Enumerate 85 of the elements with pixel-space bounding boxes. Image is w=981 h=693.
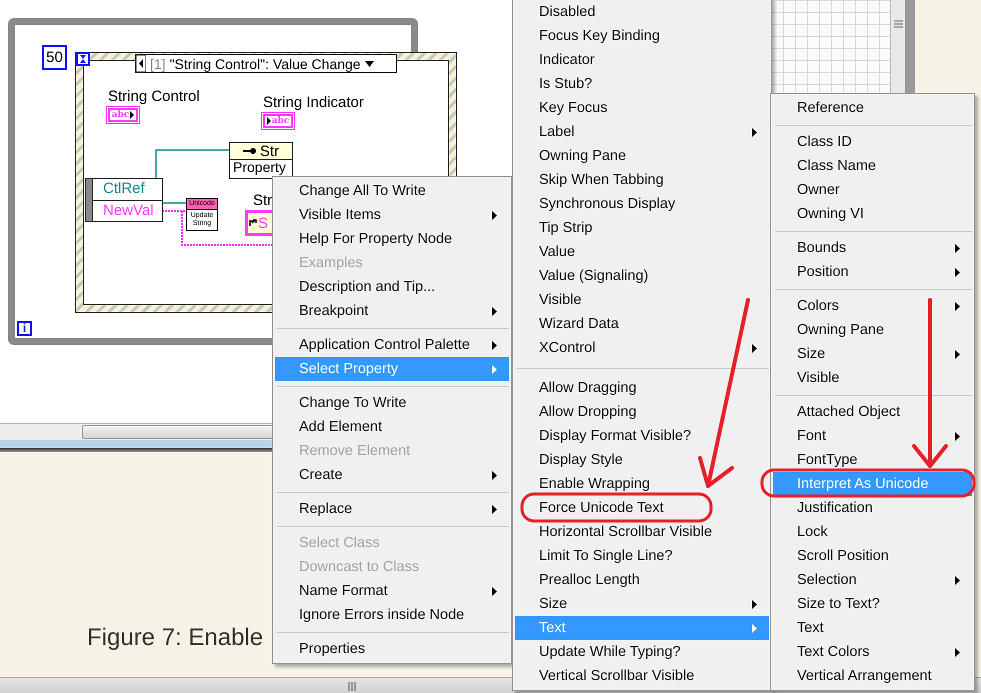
terminal-label: String Indicator <box>263 94 364 111</box>
menu-item[interactable]: Application Control Palette <box>275 333 509 357</box>
arrow-icon <box>249 219 257 227</box>
menu-item[interactable]: Display Style <box>515 448 769 472</box>
menu-item[interactable]: Description and Tip... <box>275 275 509 299</box>
terminal-label: Str <box>253 192 272 209</box>
figure-caption: Figure 7: Enable <box>87 624 264 652</box>
menu-item[interactable]: Help For Property Node <box>275 227 509 251</box>
event-data-field: NewVal <box>93 200 162 221</box>
menu-item[interactable]: Horizontal Scrollbar Visible <box>515 520 769 544</box>
menu-item[interactable]: Visible <box>515 288 769 312</box>
menu-item[interactable]: Owning VI <box>773 202 972 226</box>
menu-item[interactable]: Owner <box>773 178 972 202</box>
menu-item[interactable]: Allow Dragging <box>515 376 769 400</box>
menu-item[interactable]: Label <box>515 120 769 144</box>
menu-item[interactable]: Scroll Position <box>773 544 972 568</box>
menu-item[interactable]: Name Format <box>275 579 509 603</box>
terminal-arrow-icon <box>130 111 134 119</box>
menu-item[interactable]: Key Focus <box>515 96 769 120</box>
menu-item[interactable]: Update While Typing? <box>515 640 769 664</box>
menu-item[interactable]: Text <box>773 616 972 640</box>
menu-item[interactable]: Class ID <box>773 130 972 154</box>
menu-item[interactable]: Bounds <box>773 236 972 260</box>
menu-item[interactable]: Limit To Single Line? <box>515 544 769 568</box>
menu-item[interactable]: Owning Pane <box>773 318 972 342</box>
menu-item[interactable]: Breakpoint <box>275 299 509 323</box>
menu-item[interactable]: Add Element <box>275 415 509 439</box>
event-data-field: CtlRef <box>93 179 162 200</box>
menu-item[interactable]: Owning Pane <box>515 144 769 168</box>
menu-item[interactable]: Properties <box>275 637 509 661</box>
menu-item[interactable]: Ignore Errors inside Node <box>275 603 509 627</box>
menu-item[interactable]: Visible Items <box>275 203 509 227</box>
grip-icon <box>348 682 357 690</box>
grip-icon <box>894 20 902 28</box>
menu-item[interactable]: Indicator <box>515 48 769 72</box>
menu-item[interactable]: Selection <box>773 568 972 592</box>
menu-item[interactable]: Text Colors <box>773 640 972 664</box>
menu-item[interactable]: Lock <box>773 520 972 544</box>
menu-item[interactable]: FontType <box>773 448 972 472</box>
menu-item[interactable]: Wizard Data <box>515 312 769 336</box>
menu-item[interactable]: Force Unicode Text <box>515 496 769 520</box>
iteration-terminal: i <box>17 321 32 336</box>
menu-item[interactable]: Change All To Write <box>275 179 509 203</box>
string-terminal: abc <box>108 108 138 122</box>
reference-icon <box>242 146 257 156</box>
case-label: "String Control": Value Change <box>170 56 361 72</box>
menu-item[interactable]: Focus Key Binding <box>515 24 769 48</box>
menu-item[interactable]: XControl <box>515 336 769 360</box>
menu-item[interactable]: Change To Write <box>275 391 509 415</box>
menu-item[interactable]: Display Format Visible? <box>515 424 769 448</box>
numeric-constant: 50 <box>42 45 67 70</box>
menu-item[interactable]: Position <box>773 260 972 284</box>
menu-item[interactable]: Class Name <box>773 154 972 178</box>
menu-item[interactable]: Create <box>275 463 509 487</box>
menu-item[interactable]: Value <box>515 240 769 264</box>
menu-item[interactable]: Skip When Tabbing <box>515 168 769 192</box>
menu-item[interactable]: Font <box>773 424 972 448</box>
menu-item[interactable]: Value (Signaling) <box>515 264 769 288</box>
menu-item[interactable]: Size <box>515 592 769 616</box>
property-name: Property <box>232 160 287 177</box>
menu-item[interactable]: Visible <box>773 366 972 390</box>
menu-item[interactable]: Size to Text? <box>773 592 972 616</box>
decrement-arrow-icon[interactable] <box>136 55 146 72</box>
menu-item[interactable]: Justification <box>773 496 972 520</box>
case-selector[interactable]: [1] "String Control": Value Change <box>135 54 397 73</box>
menu-item[interactable]: Prealloc Length <box>515 568 769 592</box>
menu-item[interactable]: Attached Object <box>773 400 972 424</box>
string-terminal: abc <box>263 114 293 128</box>
menu-item[interactable]: Disabled <box>515 0 769 24</box>
menu-item[interactable]: Size <box>773 342 972 366</box>
terminal-label: String Control <box>108 88 200 105</box>
dropdown-arrow-icon[interactable] <box>364 60 374 66</box>
menu-item[interactable]: Replace <box>275 497 509 521</box>
menu-item[interactable]: Reference <box>773 96 972 120</box>
menu-item[interactable]: Is Stub? <box>515 72 769 96</box>
menu-item[interactable]: Vertical Scrollbar Visible <box>515 664 769 688</box>
menu-item[interactable]: Allow Dropping <box>515 400 769 424</box>
property-class: Str <box>260 142 280 160</box>
case-index: [1] <box>150 56 166 72</box>
menu-item[interactable]: Colors <box>773 294 972 318</box>
menu-item[interactable]: Tip Strip <box>515 216 769 240</box>
menu-item[interactable]: Enable Wrapping <box>515 472 769 496</box>
terminal-arrow-icon <box>266 117 271 125</box>
menu-item[interactable]: Synchronous Display <box>515 192 769 216</box>
menu-item[interactable]: Vertical Arrangement <box>773 664 972 688</box>
